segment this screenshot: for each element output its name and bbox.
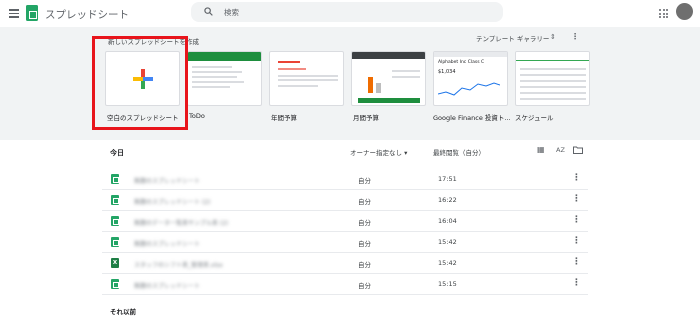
folder-icon[interactable]: [573, 146, 583, 154]
blank-template-highlight: [92, 36, 188, 130]
file-owner: 自分: [358, 198, 371, 206]
template-label: スケジュール: [515, 114, 554, 122]
file-time: 15:42: [438, 259, 457, 267]
section-earlier: それ以前: [110, 308, 136, 316]
template-gallery-toggle[interactable]: テンプレート ギャラリー: [476, 33, 549, 43]
more-vert-icon[interactable]: ⋮: [571, 32, 579, 41]
more-vert-icon[interactable]: ⋮: [572, 278, 581, 288]
template-label: Google Finance 投資ト...: [433, 114, 511, 122]
file-time: 15:42: [438, 238, 457, 246]
file-owner: 自分: [358, 261, 371, 269]
file-owner: 自分: [358, 282, 371, 290]
app-title[interactable]: スプレッドシート: [45, 7, 129, 22]
search-input[interactable]: 検索: [191, 2, 503, 22]
finance-chart-icon: [438, 82, 500, 96]
file-owner: 自分: [358, 177, 371, 185]
search-placeholder: 検索: [224, 8, 239, 17]
app-header: スプレッドシート 検索: [0, 0, 700, 27]
sheets-file-icon: [111, 279, 119, 289]
finance-preview-title: Alphabet Inc Class C: [438, 60, 485, 65]
file-row[interactable]: 無題のスプレッドシート 自分 15:42 ⋮: [102, 232, 588, 253]
sheets-logo-icon[interactable]: [26, 5, 38, 21]
more-vert-icon[interactable]: ⋮: [572, 215, 581, 225]
sort-az-icon[interactable]: AZ: [556, 146, 565, 154]
file-name: 無題のスプレッドシート: [134, 241, 201, 248]
file-name: スタッフのシフト表_管理表.xlsx: [134, 262, 223, 269]
section-today: 今日: [110, 149, 124, 157]
file-name: 無題のスプレッドシート (2): [134, 199, 211, 206]
owner-filter-dropdown[interactable]: オーナー指定なし ▾: [350, 147, 407, 157]
file-name: 無題のスプレッドシート: [134, 283, 201, 290]
file-row[interactable]: 無題のスプレッドシート 自分 17:51 ⋮: [102, 169, 588, 190]
sheets-file-icon: [111, 195, 119, 205]
avatar[interactable]: [676, 3, 693, 20]
sheets-file-icon: [111, 174, 119, 184]
file-name: 無題のスプレッドシート: [134, 178, 201, 185]
more-vert-icon[interactable]: ⋮: [572, 257, 581, 267]
menu-icon[interactable]: [9, 9, 19, 18]
file-time: 17:51: [438, 175, 457, 183]
file-row[interactable]: 無題のデータ一覧表サンプル表 (2) 自分 16:04 ⋮: [102, 211, 588, 232]
sheets-file-icon: [111, 237, 119, 247]
sheets-file-icon: [111, 216, 119, 226]
template-finance[interactable]: Alphabet Inc Class C $1,034: [433, 51, 508, 106]
more-vert-icon[interactable]: ⋮: [572, 173, 581, 183]
file-row[interactable]: X スタッフのシフト表_管理表.xlsx 自分 15:42 ⋮: [102, 253, 588, 274]
excel-file-icon: X: [111, 258, 119, 268]
owner-filter-label: オーナー指定なし: [350, 149, 402, 157]
last-opened-sort[interactable]: 最終閲覧（自分）: [433, 147, 485, 157]
template-monthly-budget[interactable]: [351, 51, 426, 106]
file-time: 16:04: [438, 217, 457, 225]
template-label: 月間予算: [353, 114, 379, 122]
file-time: 16:22: [438, 196, 457, 204]
template-label: ToDo: [189, 112, 205, 120]
template-label: 年間予算: [271, 114, 297, 122]
file-owner: 自分: [358, 219, 371, 227]
unfold-icon[interactable]: ⇕: [550, 33, 556, 41]
grid-view-icon[interactable]: ▦: [537, 145, 545, 154]
file-row[interactable]: 無題のスプレッドシート 自分 15:15 ⋮: [102, 274, 588, 295]
finance-preview-price: $1,034: [438, 69, 456, 75]
template-schedule[interactable]: [515, 51, 590, 106]
template-annual-budget[interactable]: [269, 51, 344, 106]
search-icon[interactable]: [204, 7, 213, 16]
more-vert-icon[interactable]: ⋮: [572, 194, 581, 204]
file-row[interactable]: 無題のスプレッドシート (2) 自分 16:22 ⋮: [102, 190, 588, 211]
file-name: 無題のデータ一覧表サンプル表 (2): [134, 220, 229, 227]
more-vert-icon[interactable]: ⋮: [572, 236, 581, 246]
template-todo[interactable]: [187, 51, 262, 106]
file-time: 15:15: [438, 280, 457, 288]
file-owner: 自分: [358, 240, 371, 248]
apps-grid-icon[interactable]: [659, 9, 668, 18]
